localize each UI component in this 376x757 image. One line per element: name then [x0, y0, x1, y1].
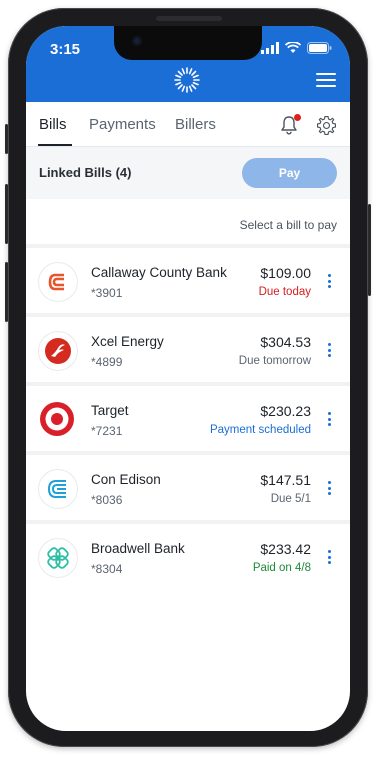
- bill-amount: $147.51: [260, 472, 311, 488]
- bill-row[interactable]: Target *7231 $230.23 Payment scheduled: [26, 386, 350, 451]
- bill-row[interactable]: Xcel Energy *4899 $304.53 Due tomorrow: [26, 317, 350, 382]
- wifi-icon: [285, 42, 301, 53]
- active-tab-indicator: [38, 144, 72, 146]
- bill-row[interactable]: Broadwell Bank *8304 $233.42 Paid on 4/8: [26, 524, 350, 589]
- home-indicator: [138, 718, 238, 722]
- app-screen: 3:15 Bills Payments Billers Linked Bills…: [26, 26, 350, 731]
- silent-switch: [5, 124, 8, 154]
- bill-name: Callaway County Bank: [91, 265, 227, 280]
- more-options-icon[interactable]: [328, 343, 332, 357]
- bill-account: *7231: [91, 424, 123, 438]
- bill-account: *4899: [91, 355, 123, 369]
- tab-billers[interactable]: Billers: [175, 116, 216, 133]
- bill-account: *8036: [91, 493, 123, 507]
- linked-bills-title: Linked Bills (4): [39, 165, 132, 180]
- xcel-logo-icon: [38, 331, 78, 371]
- speaker-grille: [156, 16, 222, 21]
- bill-amount: $230.23: [260, 403, 311, 419]
- front-camera: [132, 36, 142, 46]
- bill-name: Broadwell Bank: [91, 541, 185, 556]
- pay-button[interactable]: Pay: [242, 158, 337, 188]
- more-options-icon[interactable]: [328, 274, 332, 288]
- bill-amount: $304.53: [260, 334, 311, 350]
- battery-icon: [307, 42, 332, 54]
- hamburger-menu-icon[interactable]: [316, 73, 336, 87]
- tab-bar: Bills Payments Billers: [26, 102, 350, 147]
- tab-bills[interactable]: Bills: [39, 116, 67, 133]
- more-options-icon[interactable]: [328, 412, 332, 426]
- bill-account: *8304: [91, 562, 123, 576]
- notification-dot: [294, 114, 301, 121]
- cellular-signal-icon: [261, 42, 279, 54]
- bill-name: Con Edison: [91, 472, 161, 487]
- bill-amount: $233.42: [260, 541, 311, 557]
- bill-status: Due tomorrow: [238, 355, 311, 367]
- bill-status: Due 5/1: [270, 493, 311, 505]
- bill-row[interactable]: Con Edison *8036 $147.51 Due 5/1: [26, 455, 350, 520]
- more-options-icon[interactable]: [328, 550, 332, 564]
- sun-logo-icon: [174, 67, 200, 93]
- bill-row[interactable]: Callaway County Bank *3901 $109.00 Due t…: [26, 248, 350, 313]
- target-logo-icon: [38, 400, 76, 438]
- notch: [114, 26, 262, 60]
- status-icons: [261, 42, 332, 54]
- linked-bills-header: Linked Bills (4) Pay: [26, 147, 350, 199]
- status-time: 3:15: [50, 41, 81, 58]
- tab-payments[interactable]: Payments: [89, 116, 156, 133]
- bill-status: Payment scheduled: [209, 424, 311, 436]
- bill-status: Due today: [258, 286, 311, 298]
- bill-name: Target: [91, 403, 129, 418]
- power-button: [368, 204, 371, 296]
- volume-up-button: [5, 184, 8, 244]
- callaway-logo-icon: [38, 262, 78, 302]
- bill-account: *3901: [91, 286, 123, 300]
- settings-gear-icon[interactable]: [316, 115, 337, 136]
- broadwell-logo-icon: [38, 538, 78, 578]
- con-edison-logo-icon: [38, 469, 78, 509]
- volume-down-button: [5, 262, 8, 322]
- bill-amount: $109.00: [260, 265, 311, 281]
- select-bill-hint: Select a bill to pay: [239, 218, 337, 232]
- bill-name: Xcel Energy: [91, 334, 164, 349]
- more-options-icon[interactable]: [328, 481, 332, 495]
- bill-status: Paid on 4/8: [252, 562, 311, 574]
